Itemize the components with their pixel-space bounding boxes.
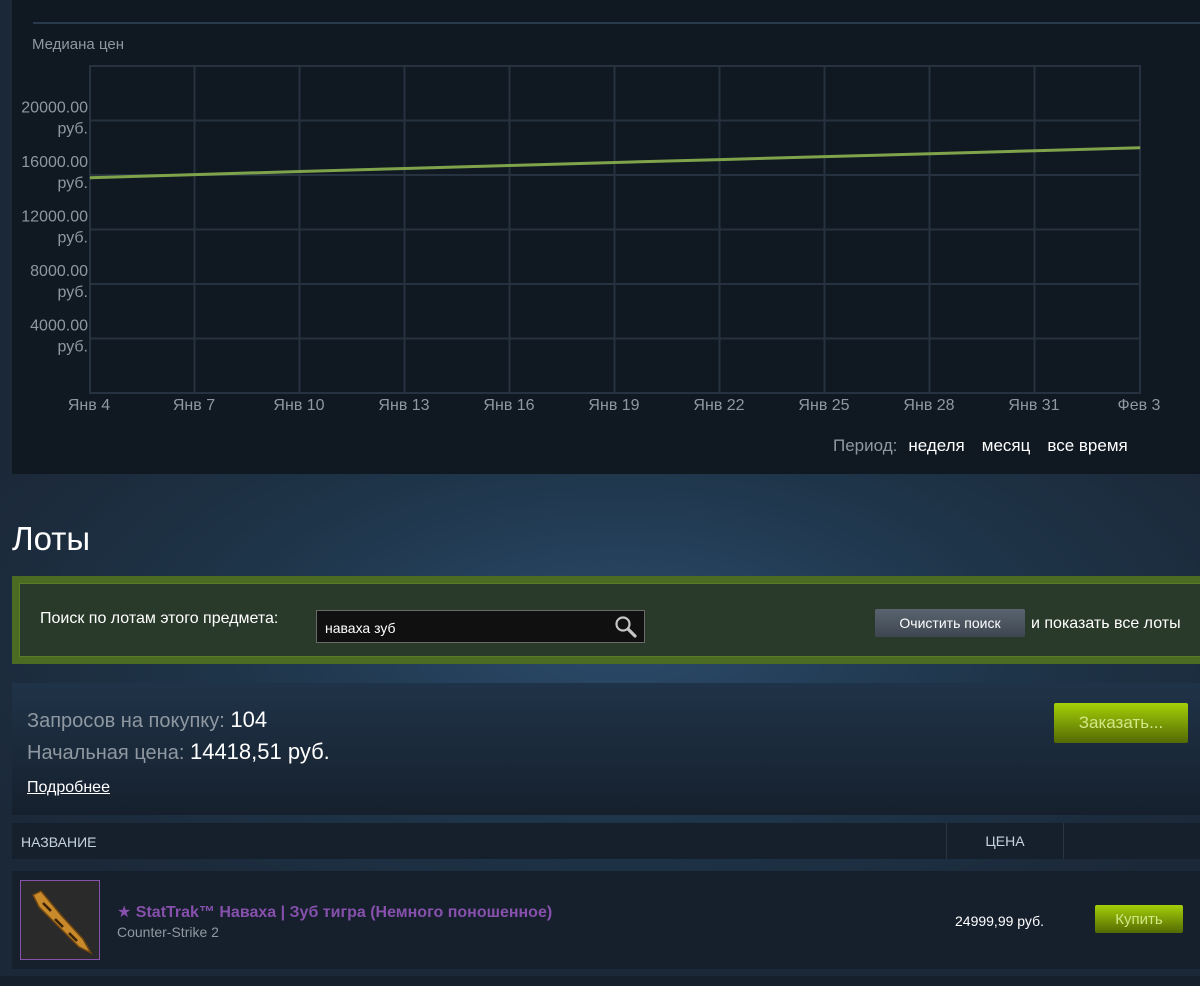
search-label: Поиск по лотам этого предмета: <box>40 610 279 627</box>
start-price-value: 14418,51 руб. <box>189 739 330 764</box>
y-tick-unit: руб. <box>57 284 88 301</box>
item-game: Counter-Strike 2 <box>117 924 219 940</box>
x-tick-label: Янв 25 <box>798 397 849 414</box>
buy-orders-panel: Запросов на покупку: 104 Начальная цена:… <box>12 683 1200 815</box>
y-tick-label: 12000.00 <box>21 209 88 226</box>
buy-requests-line: Запросов на покупку: 104 <box>27 707 267 733</box>
column-price-header: ЦЕНА <box>946 823 1064 859</box>
search-icon[interactable] <box>614 615 638 644</box>
item-price: 24999,99 руб. <box>955 913 1044 929</box>
show-all-lots-text: и показать все лоты <box>1031 615 1181 632</box>
column-name-header: НАЗВАНИЕ <box>21 834 97 850</box>
y-tick-unit: руб. <box>57 339 88 356</box>
search-panel: Поиск по лотам этого предмета: Очистить … <box>12 576 1200 664</box>
data-point <box>509 164 511 166</box>
start-price-line: Начальная цена: 14418,51 руб. <box>27 739 330 765</box>
x-tick-label: Янв 19 <box>588 397 639 414</box>
data-point <box>194 174 196 176</box>
x-tick-label: Янв 16 <box>483 397 534 414</box>
x-tick-label: Янв 22 <box>693 397 744 414</box>
period-label: Период: <box>833 436 898 455</box>
data-point <box>1034 150 1036 152</box>
y-tick-label: 4000.00 <box>30 318 88 335</box>
buy-requests-label: Запросов на покупку: <box>27 710 225 732</box>
start-price-label: Начальная цена: <box>27 742 185 764</box>
search-panel-inner: Поиск по лотам этого предмета: Очистить … <box>19 583 1200 657</box>
x-tick-label: Янв 7 <box>173 397 215 414</box>
period-month[interactable]: месяц <box>982 436 1031 456</box>
x-tick-label: Янв 4 <box>68 397 110 414</box>
data-point <box>824 156 826 158</box>
y-tick-label: 16000.00 <box>21 154 88 171</box>
y-tick-label: 8000.00 <box>30 263 88 280</box>
data-point <box>89 177 91 179</box>
item-image[interactable] <box>20 880 100 960</box>
data-point <box>719 159 721 161</box>
x-tick-label: Янв 31 <box>1008 397 1059 414</box>
x-tick-label: Янв 10 <box>273 397 324 414</box>
bottom-strip <box>0 976 1200 986</box>
period-all-time[interactable]: все время <box>1047 436 1127 456</box>
x-tick-label: Янв 13 <box>378 397 429 414</box>
data-point <box>614 161 616 163</box>
y-tick-unit: руб. <box>57 230 88 247</box>
period-selector: Период: неделя месяц все время <box>833 436 1134 456</box>
more-info-link[interactable]: Подробнее <box>27 779 110 797</box>
item-name-link[interactable]: ★ StatTrak™ Наваха | Зуб тигра (Немного … <box>117 902 552 922</box>
price-chart: 20000.00 руб. 16000.00 руб. 12000.00 руб. 8000… <box>21 65 1161 414</box>
period-week[interactable]: неделя <box>908 436 964 456</box>
buy-requests-count: 104 <box>230 707 268 732</box>
search-field[interactable] <box>316 610 645 643</box>
data-point <box>929 153 931 155</box>
buy-button[interactable]: Купить <box>1095 905 1183 933</box>
y-tick-label: 20000.00 <box>21 100 88 117</box>
data-point <box>1139 147 1141 149</box>
lots-heading: Лоты <box>12 520 91 557</box>
table-row: ★ StatTrak™ Наваха | Зуб тигра (Немного … <box>12 871 1200 969</box>
clear-search-button[interactable]: Очистить поиск <box>875 609 1025 637</box>
data-point <box>404 167 406 169</box>
y-tick-unit: руб. <box>57 175 88 192</box>
y-tick-unit: руб. <box>57 121 88 138</box>
x-tick-label: Фев 3 <box>1118 397 1161 414</box>
listings-table-header: НАЗВАНИЕ ЦЕНА <box>12 823 1200 859</box>
x-tick-label: Янв 28 <box>903 397 954 414</box>
place-order-button[interactable]: Заказать... <box>1054 703 1188 743</box>
search-input[interactable] <box>323 617 607 639</box>
data-point <box>299 170 301 172</box>
